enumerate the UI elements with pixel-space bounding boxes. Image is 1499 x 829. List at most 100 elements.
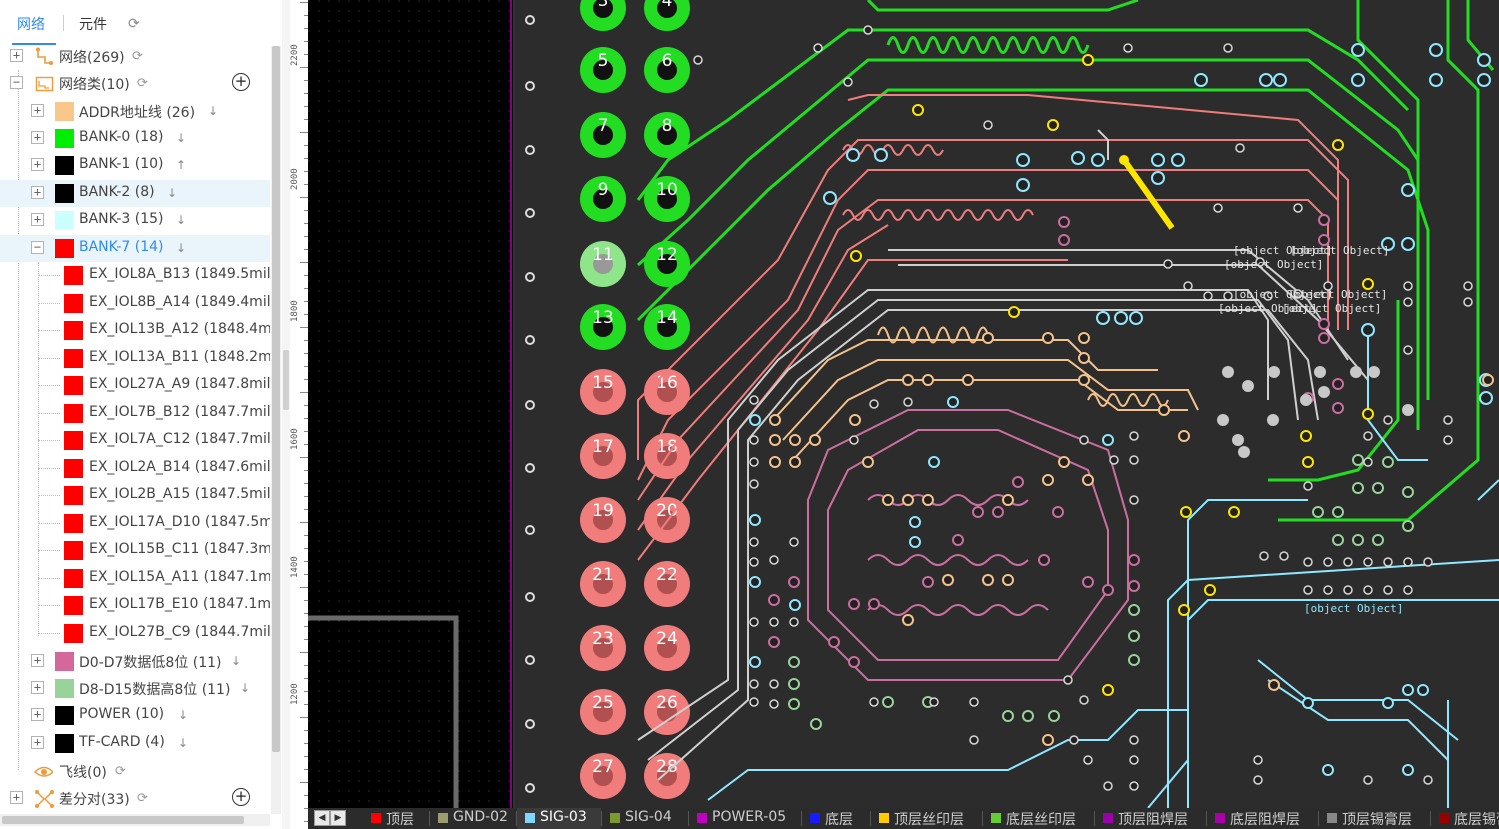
class-color-swatch[interactable] [55,734,74,753]
net-row[interactable]: EX_IOL8A_B13 (1849.5mil [0,262,270,289]
sort-icon[interactable]: ↓ [240,681,250,695]
tab-network[interactable]: 网络 [17,14,45,34]
layer-item[interactable]: 底层 [802,808,870,829]
sort-icon[interactable]: ↓ [167,186,177,200]
sort-icon[interactable]: ↓ [178,708,188,722]
expand-toggle[interactable]: + [31,186,44,199]
expand-toggle[interactable]: + [31,681,44,694]
tree-vertical-scrollbar[interactable] [271,46,281,814]
net-row[interactable]: EX_IOL27A_A9 (1847.8mil [0,372,270,399]
pcb-canvas[interactable]: 3 4 5 6 7 8 9 10 11 12 13 14 15 16 17 18… [308,0,1499,808]
layer-item[interactable]: POWER-05 [689,808,801,829]
expand-toggle[interactable]: + [31,654,44,667]
net-row[interactable]: EX_IOL17A_D10 (1847.5m [0,510,270,537]
net-row[interactable]: EX_IOL2A_B14 (1847.6mil [0,455,270,482]
collapse-toggle[interactable]: − [10,76,23,89]
sort-icon[interactable]: ↓ [176,131,186,145]
sort-icon[interactable]: ↓ [231,654,241,668]
net-row[interactable]: EX_IOL13B_A12 (1848.4m [0,317,270,344]
class-color-swatch[interactable] [55,652,74,671]
layer-item[interactable]: 底层锡膏 [1431,808,1499,829]
sort-icon[interactable]: ↓ [176,241,186,255]
net-row[interactable]: EX_IOL7B_B12 (1847.7mil [0,400,270,427]
expand-toggle[interactable]: + [10,791,23,804]
layer-item[interactable]: 底层阻焊层 [1207,808,1318,829]
class-color-swatch[interactable] [55,239,74,258]
sort-icon[interactable]: ↓ [178,736,188,750]
tree-item-net-class[interactable]: + TF-CARD (4) ↓ [0,730,270,757]
class-color-swatch[interactable] [55,211,74,230]
collapse-toggle[interactable]: − [31,241,44,254]
refresh-icon[interactable]: ⟳ [115,764,126,779]
tree-item-label: TF-CARD (4) [79,734,165,750]
refresh-icon[interactable]: ⟳ [137,76,148,91]
scroll-thumb[interactable] [2,816,244,824]
layer-item[interactable]: 顶层锡膏层 [1319,808,1430,829]
class-color-swatch[interactable] [55,679,74,698]
expand-toggle[interactable]: + [10,49,23,62]
net-row[interactable]: EX_IOL8B_A14 (1849.4mil [0,290,270,317]
class-color-swatch[interactable] [55,156,74,175]
layer-item[interactable]: 顶层丝印层 [871,808,982,829]
sort-icon[interactable]: ↓ [208,104,218,118]
refresh-icon[interactable]: ⟳ [128,16,140,32]
tree-item-net-class[interactable]: + BANK-0 (18) ↓ [0,125,270,152]
tree-item-label: BANK-3 (15) [79,211,164,227]
expand-toggle[interactable]: + [31,158,44,171]
net-row[interactable]: EX_IOL17B_E10 (1847.1m [0,592,270,619]
layer-item[interactable]: 底层丝印层 [983,808,1094,829]
net-row[interactable]: EX_IOL27B_C9 (1844.7mil [0,620,270,647]
ruler-tick [300,587,308,588]
tree-item-nets[interactable]: + 网络(269) ⟳ [0,43,270,70]
add-diff-pair-button[interactable]: + [232,788,250,806]
net-row[interactable]: EX_IOL13A_B11 (1848.2m [0,345,270,372]
refresh-icon[interactable]: ⟳ [132,49,143,64]
net-color-swatch [64,321,83,340]
net-row[interactable]: EX_IOL15A_A11 (1847.1m [0,565,270,592]
net-row[interactable]: EX_IOL7A_C12 (1847.7mil [0,427,270,454]
expand-toggle[interactable]: + [31,736,44,749]
splitter-handle[interactable] [283,350,289,410]
tree-item-net-class[interactable]: + BANK-2 (8) ↓ [0,180,270,207]
class-color-swatch[interactable] [55,184,74,203]
sort-icon[interactable]: ↑ [176,158,186,172]
scroll-thumb[interactable] [272,46,280,752]
net-row[interactable]: EX_IOL15B_C11 (1847.3m [0,537,270,564]
tree-item-net-class-selected[interactable]: − BANK-7 (14) ↓ [0,235,270,262]
tree-item-net-class[interactable]: + ADDR地址线 (26) ↓ [0,98,270,125]
tree-item-net-class[interactable]: + D8-D15数据高8位 (11) ↓ [0,675,270,702]
eye-icon[interactable] [34,762,53,781]
layer-item-active[interactable]: SIG-03 [517,808,601,829]
layer-item[interactable]: 顶层阻焊层 [1095,808,1206,829]
refresh-icon[interactable]: ⟳ [137,791,148,806]
tree-horizontal-scrollbar[interactable] [0,814,270,826]
net-row[interactable]: EX_IOL2B_A15 (1847.5mil [0,482,270,509]
expand-toggle[interactable]: + [31,104,44,117]
class-color-swatch[interactable] [55,129,74,148]
tree-item-net-classes[interactable]: − 网络类(10) ⟳ + [0,70,270,97]
tree-item-diff-pairs[interactable]: + 差分对(33) ⟳ + [0,785,270,812]
layer-item[interactable]: 顶层 [363,808,431,829]
layer-item[interactable]: SIG-04 [602,808,688,829]
sort-icon[interactable]: ↓ [176,213,186,227]
class-color-swatch[interactable] [55,102,74,121]
tree-item-net-class[interactable]: + BANK-3 (15) ↓ [0,207,270,234]
tab-components[interactable]: 元件 [79,14,107,34]
layer-item[interactable]: GND-02 [430,808,516,829]
layer-scroll-right-icon[interactable]: ▶ [330,810,346,826]
expand-toggle[interactable]: + [31,708,44,721]
vertical-ruler: 2200 2000 1800 1600 1400 1200 [290,0,309,829]
expand-toggle[interactable]: + [31,213,44,226]
net-color-swatch [64,624,83,643]
tree-item-net-class[interactable]: + D0-D7数据低8位 (11) ↓ [0,648,270,675]
tree-item-net-class[interactable]: + POWER (10) ↓ [0,702,270,729]
tree-item-net-class[interactable]: + BANK-1 (10) ↑ [0,152,270,179]
add-net-class-button[interactable]: + [232,73,250,91]
ruler-tick [300,717,308,718]
tab-divider [63,15,64,31]
expand-toggle[interactable]: + [31,131,44,144]
layer-scroll-left-icon[interactable]: ◀ [314,810,330,826]
net-label: EX_IOL17A_D10 (1847.5m [89,514,270,530]
tree-item-ratsnest[interactable]: 飞线(0) ⟳ [0,758,270,785]
class-color-swatch[interactable] [55,706,74,725]
